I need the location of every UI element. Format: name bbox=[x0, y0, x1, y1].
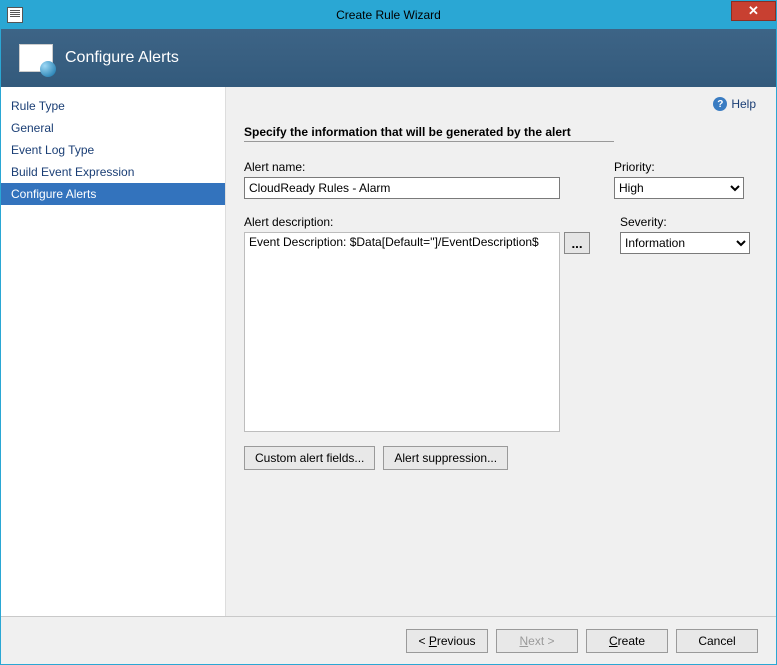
sidebar-item-build-event-expression[interactable]: Build Event Expression bbox=[1, 161, 225, 183]
body: Rule Type General Event Log Type Build E… bbox=[1, 87, 776, 616]
alert-extra-buttons: Custom alert fields... Alert suppression… bbox=[244, 446, 590, 470]
page-icon bbox=[19, 44, 53, 72]
window-title: Create Rule Wizard bbox=[1, 8, 776, 22]
row-name-priority: Alert name: Priority: High bbox=[244, 160, 758, 199]
previous-button[interactable]: < Previous bbox=[406, 629, 488, 653]
priority-label: Priority: bbox=[614, 160, 744, 174]
create-button[interactable]: Create bbox=[586, 629, 668, 653]
priority-select[interactable]: High bbox=[614, 177, 744, 199]
cancel-button[interactable]: Cancel bbox=[676, 629, 758, 653]
help-link[interactable]: ? Help bbox=[713, 97, 756, 111]
row-desc-severity: Alert description: ... Custom alert fiel… bbox=[244, 215, 758, 470]
sidebar-item-configure-alerts[interactable]: Configure Alerts bbox=[1, 183, 225, 205]
alert-suppression-button[interactable]: Alert suppression... bbox=[383, 446, 508, 470]
sidebar-item-event-log-type[interactable]: Event Log Type bbox=[1, 139, 225, 161]
titlebar: Create Rule Wizard ✕ bbox=[1, 1, 776, 29]
section-title: Specify the information that will be gen… bbox=[244, 125, 614, 142]
severity-label: Severity: bbox=[620, 215, 750, 229]
wizard-window: Create Rule Wizard ✕ Configure Alerts Ru… bbox=[0, 0, 777, 665]
description-ellipsis-button[interactable]: ... bbox=[564, 232, 590, 254]
sidebar: Rule Type General Event Log Type Build E… bbox=[1, 87, 226, 616]
col-severity: Severity: Information bbox=[620, 215, 750, 470]
next-button: Next > bbox=[496, 629, 578, 653]
alert-name-label: Alert name: bbox=[244, 160, 584, 174]
col-alert-description: Alert description: ... Custom alert fiel… bbox=[244, 215, 590, 470]
help-icon: ? bbox=[713, 97, 727, 111]
col-priority: Priority: High bbox=[614, 160, 744, 199]
custom-alert-fields-button[interactable]: Custom alert fields... bbox=[244, 446, 375, 470]
sidebar-item-general[interactable]: General bbox=[1, 117, 225, 139]
alert-description-textarea[interactable] bbox=[244, 232, 560, 432]
sidebar-item-rule-type[interactable]: Rule Type bbox=[1, 95, 225, 117]
severity-select[interactable]: Information bbox=[620, 232, 750, 254]
header-band: Configure Alerts bbox=[1, 29, 776, 87]
footer: < Previous Next > Create Cancel bbox=[1, 616, 776, 664]
help-label: Help bbox=[731, 97, 756, 111]
alert-description-label: Alert description: bbox=[244, 215, 590, 229]
close-button[interactable]: ✕ bbox=[731, 1, 776, 21]
alert-name-input[interactable] bbox=[244, 177, 560, 199]
orb-icon bbox=[40, 61, 56, 77]
col-alert-name: Alert name: bbox=[244, 160, 584, 199]
main-panel: ? Help Specify the information that will… bbox=[226, 87, 776, 616]
page-title: Configure Alerts bbox=[65, 49, 179, 67]
